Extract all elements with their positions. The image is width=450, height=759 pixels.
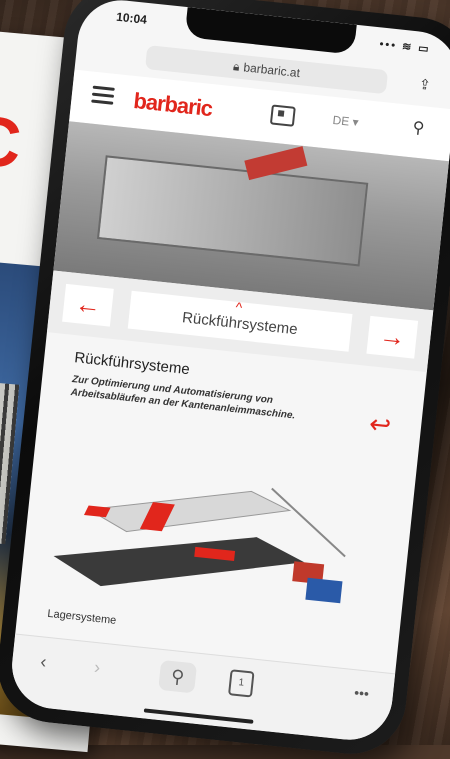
blue-crate <box>305 577 343 604</box>
menu-icon[interactable] <box>91 85 115 106</box>
language-label: DE <box>331 112 350 129</box>
tabs-icon[interactable]: 1 <box>227 669 255 698</box>
back-icon[interactable]: ‹ <box>39 651 47 673</box>
forward-icon[interactable]: › <box>93 657 101 679</box>
smartphone: 10:04 ••• ≋ ▭ 🔒︎ barbaric.at ⇪ barbaric … <box>0 0 450 759</box>
arrow-right-icon[interactable]: → <box>366 315 419 359</box>
brand-logo[interactable]: barbaric <box>132 88 213 122</box>
conveyor-illustration <box>53 487 346 604</box>
chevron-up-icon: ^ <box>234 298 243 316</box>
machine-table <box>87 490 292 533</box>
video-icon[interactable] <box>269 104 296 127</box>
robot-arm <box>271 487 346 558</box>
machine-body <box>96 155 369 267</box>
brochure-logo-fragment: C <box>0 100 25 183</box>
phone-screen: 10:04 ••• ≋ ▭ 🔒︎ barbaric.at ⇪ barbaric … <box>7 0 450 745</box>
return-arrow-icon[interactable]: ↩ <box>368 408 393 441</box>
status-time: 10:04 <box>115 9 148 27</box>
next-section-label: Lagersysteme <box>46 607 117 627</box>
section-description: Zur Optimierung und Automatisierung von … <box>70 374 296 422</box>
carousel-title-box[interactable]: ^ Rückführsysteme <box>127 290 353 352</box>
more-icon[interactable]: ••• <box>353 684 369 701</box>
search-icon[interactable]: ⚲ <box>412 117 426 138</box>
section-title: Rückführsysteme <box>73 349 191 379</box>
share-icon[interactable]: ⇪ <box>414 75 436 97</box>
url-text: barbaric.at <box>242 60 301 81</box>
lock-icon: 🔒︎ <box>232 58 241 74</box>
toolbar-search-icon[interactable]: ⚲ <box>158 659 198 694</box>
language-selector[interactable]: DE ▾ <box>332 113 359 130</box>
conveyor-belt <box>53 537 305 587</box>
status-icons: ••• ≋ ▭ <box>378 38 432 56</box>
arrow-left-icon[interactable]: ← <box>62 283 114 327</box>
